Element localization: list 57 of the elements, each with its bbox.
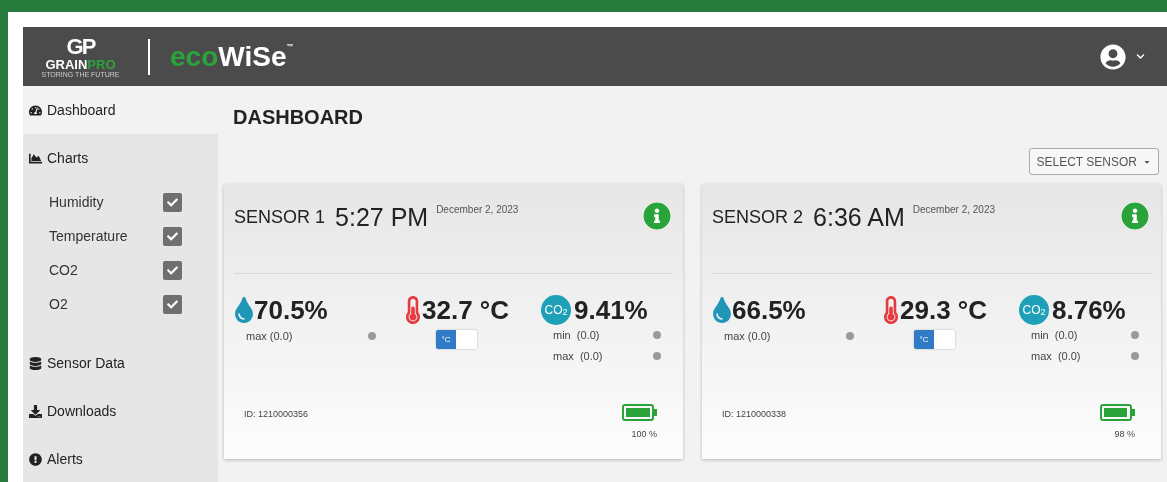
co2-value: 8.76% (1052, 294, 1126, 326)
sensor-time: 6:36 AM (813, 202, 905, 232)
co2-min: min (0.0) (1031, 328, 1078, 343)
co2-min: min (0.0) (553, 328, 600, 343)
co2-value: 9.41% (574, 294, 648, 326)
sidebar-item[interactable]: Dashboard (23, 86, 218, 134)
sensor-name: SENSOR 2 (712, 206, 804, 229)
battery-reading: 98 % (1114, 428, 1135, 441)
checkbox[interactable] (163, 226, 182, 246)
unit-toggle[interactable]: °C (914, 330, 955, 349)
chevron-down-icon (1136, 52, 1145, 61)
sensor-id: ID: 1210000356 (244, 408, 309, 421)
sensor-name: SENSOR 1 (234, 206, 326, 229)
check-icon (167, 298, 178, 310)
chart-option-label: O2 (49, 294, 68, 314)
check-icon (167, 264, 178, 276)
unit-label: °C (914, 330, 934, 349)
unit-toggle[interactable]: °C (436, 330, 477, 349)
co2-max: max (0.0) (553, 348, 603, 364)
co2-max: max (0.0) (1031, 348, 1081, 364)
alert-icon (29, 452, 42, 466)
check-icon (167, 196, 178, 208)
sensor-id: ID: 1210000338 (722, 408, 787, 421)
chart-option-label: Humidity (49, 192, 104, 212)
temperature-value: 32.7 °C (422, 294, 509, 326)
info-icon[interactable] (643, 202, 671, 230)
database-icon (29, 356, 42, 370)
area-chart-icon (29, 151, 42, 165)
checkbox[interactable] (163, 294, 182, 314)
checkbox[interactable] (163, 260, 182, 280)
water-drop-icon (712, 297, 732, 323)
humidity-max: max (0.0) (246, 329, 293, 344)
humidity-value: 66.5% (732, 294, 806, 326)
thermometer-icon (882, 296, 900, 324)
info-icon[interactable] (1121, 202, 1149, 230)
checkbox[interactable] (163, 192, 182, 212)
sensor-time: 5:27 PM (335, 202, 429, 232)
battery-reading: 100 % (631, 428, 657, 441)
page-title: DASHBOARD (233, 105, 364, 130)
humidity-max: max (0.0) (724, 329, 771, 344)
thermometer-icon (404, 296, 422, 324)
gauge-icon (29, 103, 42, 117)
user-icon (1100, 43, 1126, 70)
download-icon (29, 404, 42, 418)
unit-label: °C (436, 330, 456, 349)
sensor-date: December 2, 2023 (436, 203, 519, 217)
chart-option-label: CO2 (49, 260, 78, 280)
water-drop-icon (234, 297, 254, 323)
co2-icon: CO$_{2}$ (541, 295, 571, 325)
chart-option-label: Temperature (49, 226, 128, 246)
co2-icon: CO$_{2}$ (1019, 295, 1049, 325)
check-icon (167, 230, 178, 242)
select-sensor-dropdown[interactable]: SELECT SENSOR (1028, 148, 1159, 175)
sensor-date: December 2, 2023 (912, 203, 996, 217)
temperature-value: 29.3 °C (900, 294, 987, 326)
humidity-value: 70.5% (254, 294, 328, 326)
account-menu[interactable] (1100, 43, 1145, 70)
